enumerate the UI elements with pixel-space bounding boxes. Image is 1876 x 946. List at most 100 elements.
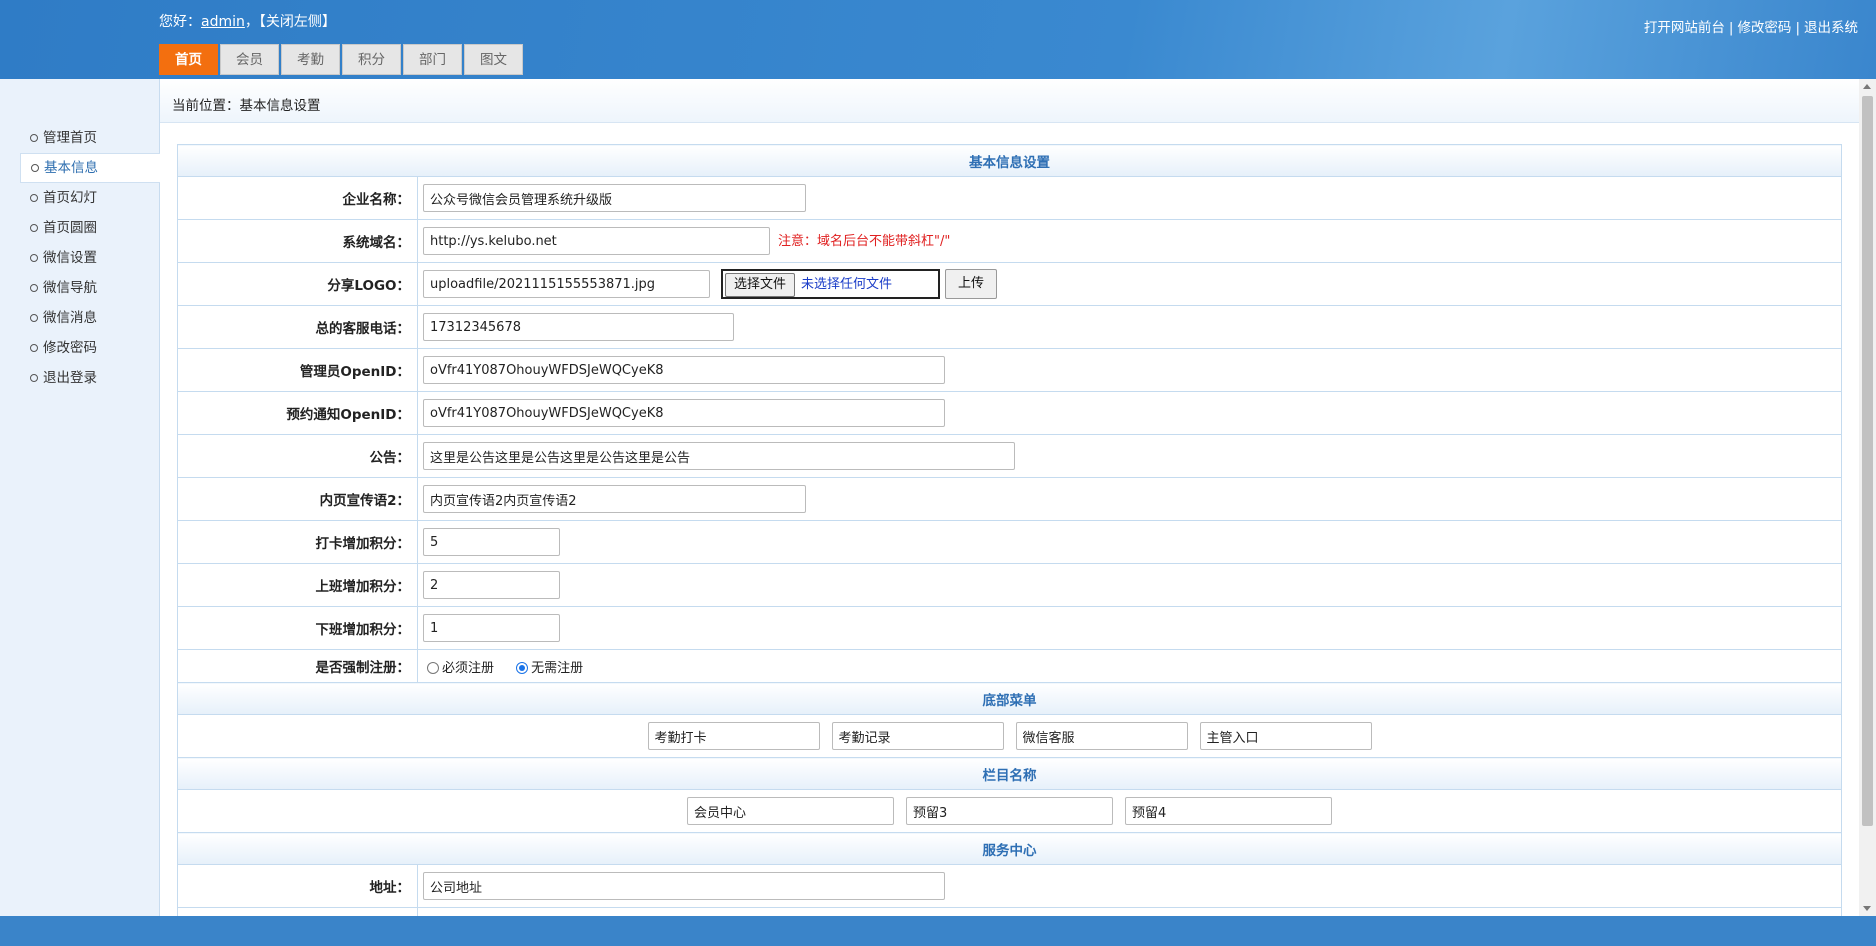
company-name-input[interactable] [423,184,806,212]
bullet-icon [30,253,38,262]
greeting-suffix: ， [244,14,259,30]
phone-label: 总的客服电话： [177,305,418,349]
sidebar-item-logout[interactable]: 退出登录 [20,364,159,392]
sidebar-item-label: 微信导航 [43,280,97,296]
greeting-prefix: 您好： [159,14,201,30]
share-logo-label: 分享LOGO： [177,262,418,306]
phone-input[interactable] [423,313,734,341]
separator: | [1795,20,1800,36]
logout-link[interactable]: 退出系统 [1804,20,1858,36]
bottom-menu-input-2[interactable] [831,722,1004,750]
sidebar-item-home-slides[interactable]: 首页幻灯 [20,184,159,212]
breadcrumb-text: 当前位置：基本信息设置 [172,98,321,114]
bottom-menu-title: 底部菜单 [177,682,1842,715]
radio-label: 必须注册 [442,660,495,676]
sidebar-item-home-circles[interactable]: 首页圆圈 [20,214,159,242]
column-input-3[interactable] [1125,797,1332,825]
offduty-points-label: 下班增加积分： [177,606,418,650]
file-chooser: 选择文件 未选择任何文件 [721,269,940,299]
sidebar-item-label: 微信设置 [43,250,97,266]
radio-must-register[interactable] [427,661,439,674]
sidebar-item-wechat-nav[interactable]: 微信导航 [20,274,159,302]
force-register-options: 必须注册 无需注册 [417,649,1842,683]
share-logo-input[interactable] [423,270,710,298]
toggle-sidebar-link[interactable]: 【关闭左侧】 [259,14,336,30]
checkin-points-input[interactable] [423,528,560,556]
tab-home[interactable]: 首页 [159,44,218,75]
radio-no-register[interactable] [516,661,529,674]
company-name-label: 企业名称： [177,176,418,220]
footer-bar [0,916,1876,946]
notify-openid-input[interactable] [423,399,945,427]
address-label: 地址： [177,864,418,908]
bullet-icon [30,283,38,292]
admin-openid-label: 管理员OpenID： [177,348,418,392]
sidebar-item-label: 退出登录 [43,370,97,386]
slogan2-input[interactable] [423,485,806,513]
tab-articles[interactable]: 图文 [464,44,523,75]
domain-note: 注意：域名后台不能带斜杠"/" [778,233,951,249]
notice-input[interactable] [423,442,1015,470]
scroll-up-arrow-icon[interactable] [1863,84,1871,89]
tab-points[interactable]: 积分 [342,44,401,75]
sidebar-item-label: 管理首页 [43,130,97,146]
upload-button[interactable]: 上传 [945,269,998,299]
sidebar-item-label: 微信消息 [43,310,97,326]
sidebar-item-change-password[interactable]: 修改密码 [20,334,159,362]
top-links: 打开网站前台 | 修改密码 | 退出系统 [1644,16,1858,36]
vertical-scrollbar[interactable] [1859,79,1876,916]
empty-field [417,907,1842,916]
onduty-points-input[interactable] [423,571,560,599]
bullet-icon [30,133,38,142]
bottom-menu-input-3[interactable] [1015,722,1188,750]
sidebar-item-admin-home[interactable]: 管理首页 [20,124,159,152]
bullet-icon [30,373,38,382]
user-link[interactable]: admin [201,14,245,30]
bullet-icon [30,223,38,232]
choose-file-button[interactable]: 选择文件 [725,273,796,297]
sidebar-item-basic-info[interactable]: 基本信息 [20,153,160,183]
service-center-title: 服务中心 [177,832,1842,865]
domain-input[interactable] [423,227,770,255]
top-header: 您好：admin，【关闭左侧】 打开网站前台 | 修改密码 | 退出系统 首页 会员 考… [0,0,1876,79]
column-input-2[interactable] [906,797,1113,825]
tab-members[interactable]: 会员 [220,44,279,75]
domain-label: 系统域名： [177,219,418,263]
sidebar-item-wechat-messages[interactable]: 微信消息 [20,304,159,332]
sidebar-item-label: 首页幻灯 [43,190,97,206]
tab-departments[interactable]: 部门 [403,44,462,75]
sidebar-item-wechat-settings[interactable]: 微信设置 [20,244,159,272]
column-input-1[interactable] [687,797,894,825]
notify-openid-label: 预约通知OpenID： [177,391,418,435]
checkin-points-label: 打卡增加积分： [177,520,418,564]
scroll-down-arrow-icon[interactable] [1863,906,1871,911]
bullet-icon [30,313,38,322]
bottom-menu-input-1[interactable] [647,722,820,750]
greeting: 您好：admin，【关闭左侧】 [159,11,336,31]
empty-label [177,907,418,916]
scrollbar-thumb[interactable] [1862,96,1873,826]
no-file-text: 未选择任何文件 [801,277,893,292]
form-title: 基本信息设置 [177,144,1842,177]
bullet-icon [30,343,38,352]
columns-title: 栏目名称 [177,757,1842,790]
notice-label: 公告： [177,434,418,478]
radio-label: 无需注册 [531,660,584,676]
bullet-icon [30,193,38,202]
change-password-link[interactable]: 修改密码 [1737,20,1791,36]
sidebar: 管理首页 基本信息 首页幻灯 首页圆圈 微信设置 微信导航 微信消息 修改密码 … [0,79,160,916]
bottom-menu-row [177,714,1842,758]
address-input[interactable] [423,872,945,900]
columns-row [177,789,1842,833]
offduty-points-input[interactable] [423,614,560,642]
force-register-label: 是否强制注册： [177,649,418,683]
tab-attendance[interactable]: 考勤 [281,44,340,75]
sidebar-item-label: 首页圆圈 [43,220,97,236]
main-content: 当前位置：基本信息设置 基本信息设置 企业名称： 系统域名： 注意：域名后台不能… [160,79,1859,916]
admin-openid-input[interactable] [423,356,945,384]
open-frontend-link[interactable]: 打开网站前台 [1644,20,1725,36]
onduty-points-label: 上班增加积分： [177,563,418,607]
bottom-menu-input-4[interactable] [1199,722,1372,750]
separator: | [1728,20,1734,36]
settings-form: 基本信息设置 企业名称： 系统域名： 注意：域名后台不能带斜杠"/" 分享LOG… [177,144,1842,916]
